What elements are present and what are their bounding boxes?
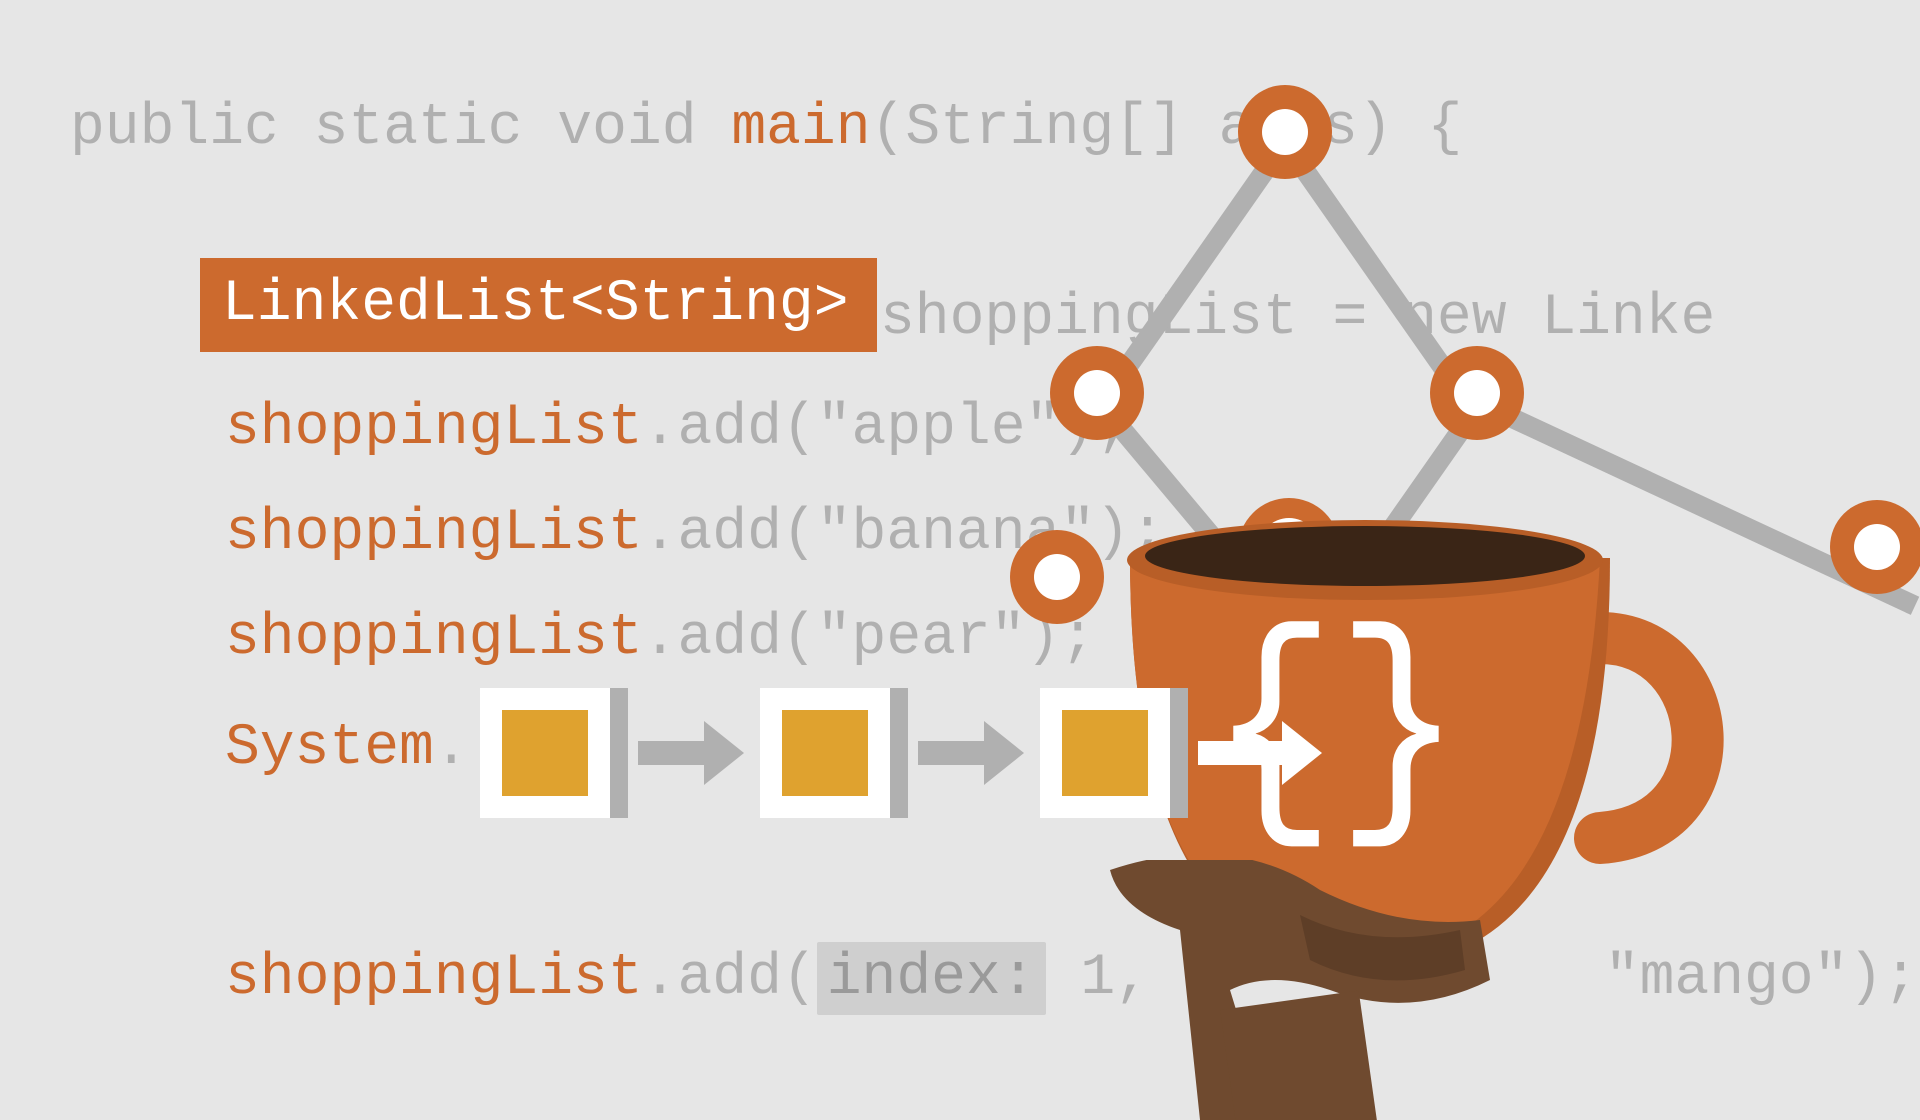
code-var: shoppingList — [880, 286, 1332, 351]
highlight-text: LinkedList<String> — [222, 272, 849, 337]
code-var: shoppingList — [225, 606, 643, 671]
course-thumbnail: public static void main(String[] args) {… — [0, 0, 1920, 1080]
code-line-5: shoppingList.add("pear"); — [225, 610, 1095, 668]
code-line-6: System. — [225, 720, 469, 778]
code-line-3: shoppingList.add("apple"); — [225, 400, 1130, 458]
code-call: .add( — [643, 501, 817, 566]
code-call: .add( — [643, 946, 817, 1011]
graph-node — [1430, 346, 1524, 440]
code-keyword: public static void — [70, 96, 731, 161]
linked-list-node-next — [610, 688, 628, 818]
linked-list-node — [1040, 688, 1170, 818]
linked-list-node — [480, 688, 610, 818]
code-string: "pear" — [817, 606, 1026, 671]
code-call: .add( — [643, 606, 817, 671]
graph-node — [1238, 85, 1332, 179]
linked-list-node — [760, 688, 890, 818]
code-method-main: main — [731, 96, 870, 161]
code-end: ); — [1848, 946, 1918, 1011]
hand-icon — [1060, 860, 1620, 1120]
code-signature: (String[] args) { — [871, 96, 1463, 161]
code-line-2-rest: shoppingList = new Linke — [880, 290, 1715, 348]
graph-node — [1050, 346, 1144, 440]
linked-list-node-next — [890, 688, 908, 818]
highlighted-type-linkedlist: LinkedList<String> — [200, 258, 877, 352]
curly-braces-icon: {} — [1210, 612, 1462, 854]
code-class: System — [225, 716, 434, 781]
code-var: shoppingList — [225, 946, 643, 1011]
code-string: "apple" — [817, 396, 1061, 461]
code-call: .add( — [643, 396, 817, 461]
code-dot: . — [434, 716, 469, 781]
linked-list-node-next — [1170, 688, 1188, 818]
graph-node — [1830, 500, 1920, 594]
parameter-hint-index: index: — [817, 942, 1046, 1015]
code-var: shoppingList — [225, 396, 643, 461]
code-var: shoppingList — [225, 501, 643, 566]
